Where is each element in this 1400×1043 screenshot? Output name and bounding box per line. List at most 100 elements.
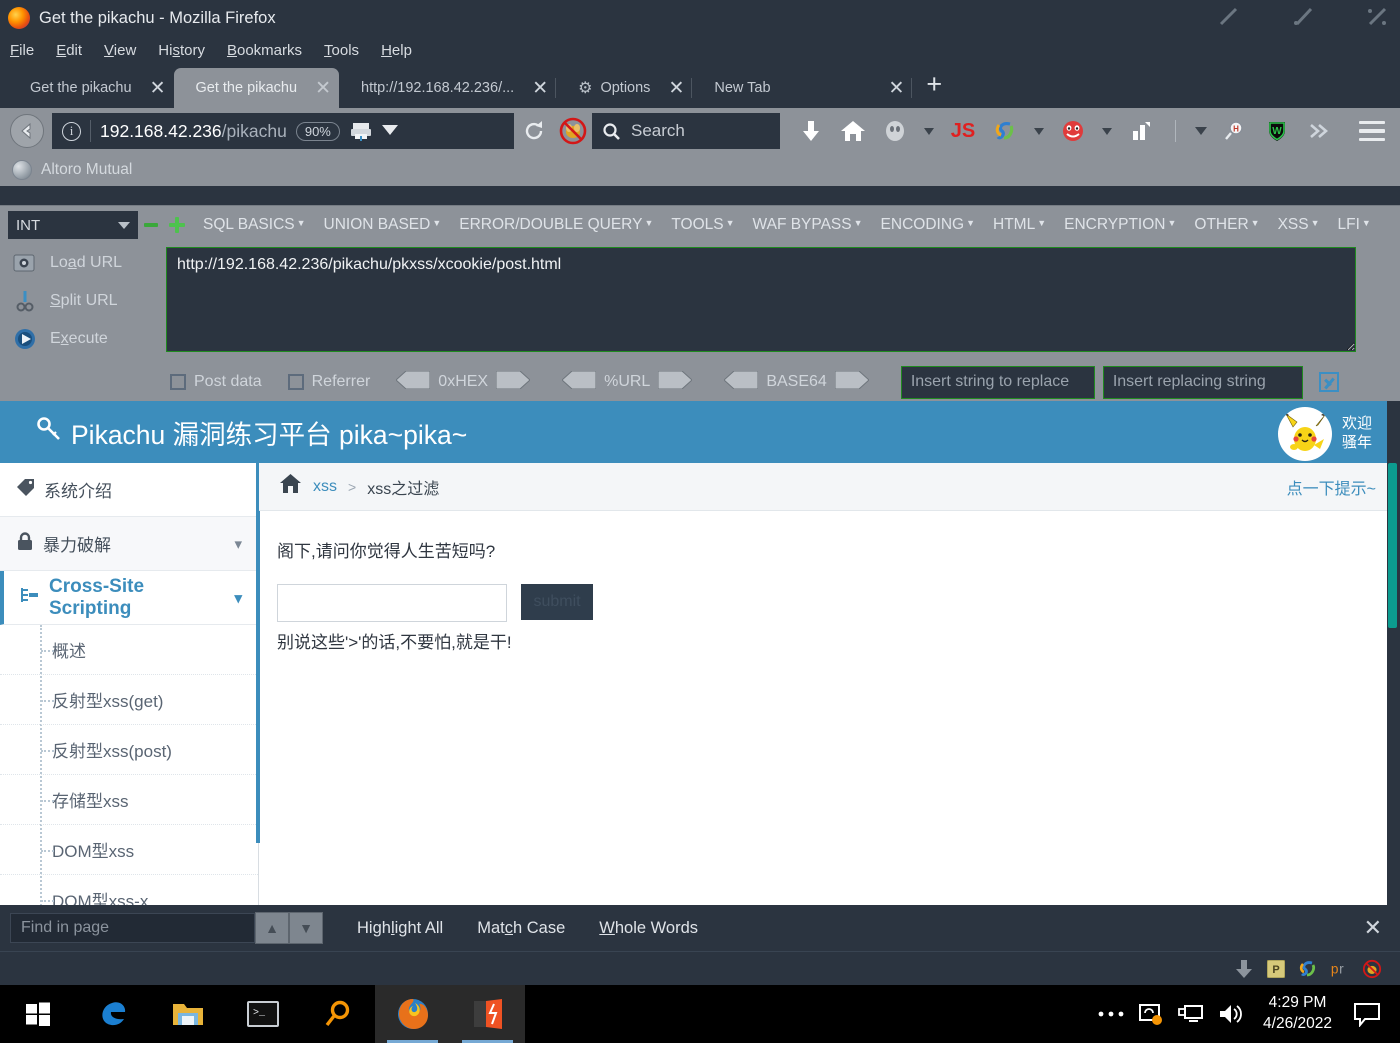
burp-suite-icon[interactable] — [450, 985, 525, 1043]
home-icon[interactable] — [832, 111, 874, 151]
replace-string-input[interactable]: Insert string to replace — [900, 365, 1095, 399]
hackbar-menu-waf-bypass[interactable]: WAF BYPASS ▼ — [744, 216, 872, 234]
find-input[interactable]: Find in page — [10, 913, 255, 943]
highlight-all-button[interactable]: Highlight All — [357, 919, 443, 938]
hackbar-menu-tools[interactable]: TOOLS ▼ — [662, 216, 743, 234]
hackbar-type-select[interactable]: INT — [8, 211, 138, 239]
find-next-button[interactable]: ▼ — [289, 912, 323, 944]
search-bar[interactable]: Search — [592, 113, 780, 149]
hackbar-menu-union-based[interactable]: UNION BASED ▼ — [315, 216, 451, 234]
menu-history[interactable]: History — [158, 42, 205, 59]
dropdown-caret-icon[interactable] — [1188, 111, 1214, 151]
maximize-icon[interactable] — [1290, 4, 1316, 30]
magnifier-h-icon[interactable]: H — [1214, 111, 1256, 151]
home-icon[interactable] — [279, 473, 302, 500]
referrer-checkbox[interactable]: Referrer — [287, 373, 370, 391]
menu-help[interactable]: Help — [381, 42, 412, 59]
terminal-icon[interactable]: >_ — [225, 985, 300, 1043]
shield-w-icon[interactable]: W — [1256, 111, 1298, 151]
hackbar-menu-xss[interactable]: XSS ▼ — [1269, 216, 1329, 234]
dropdown-caret-icon[interactable] — [916, 111, 942, 151]
reader-save-icon[interactable] — [349, 121, 373, 141]
hackbar-menu-other[interactable]: OTHER ▼ — [1185, 216, 1268, 234]
close-icon[interactable] — [1364, 4, 1390, 30]
menu-edit[interactable]: Edit — [56, 42, 82, 59]
search-magnifier-icon[interactable] — [300, 985, 375, 1043]
hint-link[interactable]: 点一下提示~ — [1287, 475, 1376, 499]
tab-5-newtab[interactable]: New Tab ✕ — [692, 68, 913, 108]
menu-bookmarks[interactable]: Bookmarks — [227, 42, 302, 59]
tab-close-icon[interactable]: ✕ — [132, 79, 166, 98]
sidebar-subitem-dom-xss-x[interactable]: DOM型xss-x — [0, 875, 258, 905]
chevron-down-icon[interactable] — [381, 122, 398, 140]
find-previous-button[interactable]: ▲ — [255, 912, 289, 944]
sidebar-item-brute-force[interactable]: 暴力破解 ▾ — [0, 517, 258, 571]
menu-file[interactable]: File — [10, 42, 34, 59]
decode-left-arrow-icon[interactable] — [561, 370, 597, 394]
hackbar-menu-encoding[interactable]: ENCODING ▼ — [872, 216, 984, 234]
decode-left-arrow-icon[interactable] — [395, 370, 431, 394]
tab-close-icon[interactable]: ✕ — [514, 79, 548, 98]
encode-right-arrow-icon[interactable] — [495, 370, 531, 394]
url-bar[interactable]: i 192.168.42.236/pikachu 90% — [52, 113, 514, 149]
sidebar-subitem-overview[interactable]: 概述 — [0, 625, 258, 675]
breadcrumb-parent[interactable]: xss — [313, 478, 337, 496]
tab-close-icon[interactable]: ✕ — [297, 79, 331, 98]
whole-words-button[interactable]: Whole Words — [599, 919, 698, 938]
find-close-icon[interactable]: ✕ — [1364, 915, 1390, 941]
menu-tools[interactable]: Tools — [324, 42, 359, 59]
download-arrow-icon[interactable] — [1234, 959, 1254, 979]
encode-right-arrow-icon[interactable] — [834, 370, 870, 394]
post-data-checkbox[interactable]: Post data — [170, 373, 262, 391]
regex-checkbox[interactable] — [1318, 372, 1339, 392]
red-smiley-icon[interactable] — [1052, 111, 1094, 151]
chart-icon[interactable] — [1120, 111, 1162, 151]
new-tab-button[interactable]: + — [912, 70, 956, 102]
firefox-icon[interactable] — [375, 985, 450, 1043]
pr-icon[interactable]: pr — [1330, 959, 1350, 979]
chevrons-right-icon[interactable] — [1298, 111, 1340, 151]
hackbar-menu-sql-basics[interactable]: SQL BASICS ▼ — [194, 216, 315, 234]
submit-button[interactable]: submit — [521, 584, 593, 620]
hackbar-remove-button[interactable] — [138, 217, 164, 233]
network-icon[interactable] — [1171, 985, 1211, 1043]
ghost-icon[interactable] — [874, 111, 916, 151]
tab-1[interactable]: Get the pikachu ✕ — [8, 68, 174, 108]
notification-icon[interactable] — [1344, 985, 1390, 1043]
update-icon[interactable] — [1131, 985, 1171, 1043]
tab-2-active[interactable]: Get the pikachu ✕ — [173, 68, 339, 108]
menu-view[interactable]: View — [104, 42, 136, 59]
tab-close-icon[interactable]: ✕ — [650, 79, 684, 98]
noscript-icon[interactable] — [1362, 959, 1382, 979]
edge-icon[interactable] — [75, 985, 150, 1043]
sidebar-item-cross-site-scripting[interactable]: Cross-Site Scripting ▾ — [0, 571, 258, 625]
tab-close-icon[interactable]: ✕ — [870, 79, 904, 98]
hackbar-menu-encryption[interactable]: ENCRYPTION ▼ — [1055, 216, 1185, 234]
hackbar-menu-html[interactable]: HTML ▼ — [984, 216, 1055, 234]
file-explorer-icon[interactable] — [150, 985, 225, 1043]
overflow-dots-icon[interactable] — [1091, 985, 1131, 1043]
windows-start-icon[interactable] — [0, 985, 75, 1043]
reload-button[interactable] — [514, 120, 554, 142]
split-url-button[interactable]: Split URL — [6, 282, 160, 320]
s-swirl-icon[interactable] — [984, 111, 1026, 151]
user-area[interactable]: 欢迎 骚年 — [1277, 407, 1372, 461]
load-url-button[interactable]: Load URL — [6, 244, 160, 282]
dropdown-caret-icon[interactable] — [1026, 111, 1052, 151]
tab-4-options[interactable]: ⚙ Options ✕ — [556, 68, 693, 108]
hackbar-url-textarea[interactable] — [166, 247, 1356, 352]
hackbar-add-button[interactable] — [164, 216, 190, 234]
decode-left-arrow-icon[interactable] — [723, 370, 759, 394]
s-swirl-icon[interactable] — [1298, 959, 1318, 979]
sidebar-subitem-dom-xss[interactable]: DOM型xss — [0, 825, 258, 875]
page-scrollbar-thumb[interactable] — [1388, 463, 1397, 628]
download-icon[interactable] — [790, 111, 832, 151]
sidebar-item-system-intro[interactable]: 系统介绍 — [0, 463, 258, 517]
page-scrollbar-track[interactable] — [1387, 401, 1400, 905]
match-case-button[interactable]: Match Case — [477, 919, 565, 938]
bookmark-item-altoro-mutual[interactable]: Altoro Mutual — [41, 161, 132, 179]
site-info-icon[interactable]: i — [62, 121, 81, 141]
sidebar-subitem-stored-xss[interactable]: 存储型xss — [0, 775, 258, 825]
execute-button[interactable]: Execute — [6, 320, 160, 358]
replacing-string-input[interactable]: Insert replacing string — [1102, 365, 1303, 399]
